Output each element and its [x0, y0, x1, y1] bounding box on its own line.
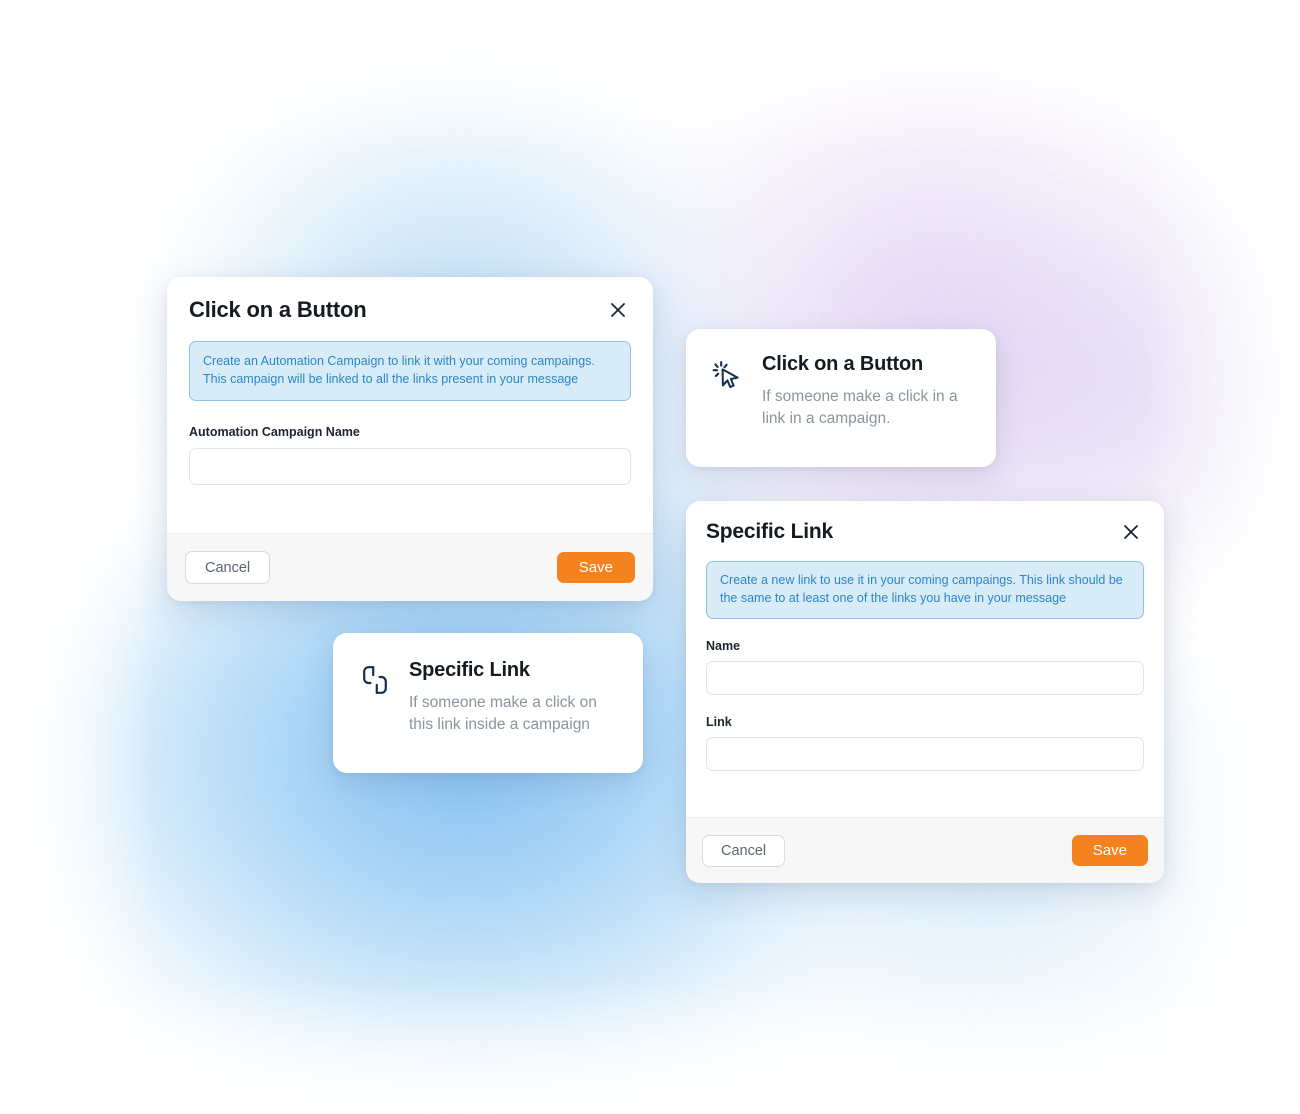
option-card-click-on-a-button[interactable]: Click on a Button If someone make a clic…	[686, 329, 996, 467]
modal-body: Create an Automation Campaign to link it…	[167, 323, 653, 485]
close-button[interactable]	[1118, 519, 1144, 545]
name-input[interactable]	[706, 660, 1144, 695]
modal-footer: Cancel Save	[167, 533, 653, 601]
cancel-button[interactable]: Cancel	[702, 834, 786, 867]
option-card-text: Specific Link If someone make a click on…	[409, 659, 621, 736]
option-card-title: Specific Link	[409, 659, 530, 681]
click-cursor-icon	[710, 353, 744, 391]
close-icon	[608, 300, 628, 320]
option-card-text: Click on a Button If someone make a clic…	[762, 353, 974, 430]
close-icon	[1121, 522, 1141, 542]
page-title: Click on a Button	[189, 297, 367, 322]
automation-campaign-name-input[interactable]	[189, 447, 631, 485]
modal-footer: Cancel Save	[686, 817, 1164, 883]
option-card-description: If someone make a click on this link ins…	[409, 694, 597, 733]
page-title: Specific Link	[706, 520, 833, 543]
save-button[interactable]: Save	[556, 552, 635, 583]
specific-link-modal: Specific Link Create a new link to use i…	[686, 501, 1164, 883]
chain-link-icon	[359, 659, 391, 696]
cancel-button[interactable]: Cancel	[185, 551, 271, 584]
modal-header: Specific Link	[686, 501, 1164, 545]
save-button[interactable]: Save	[1071, 835, 1148, 866]
option-card-specific-link[interactable]: Specific Link If someone make a click on…	[333, 633, 643, 773]
link-input[interactable]	[706, 736, 1144, 771]
option-card-title: Click on a Button	[762, 353, 924, 375]
link-field-label: Link	[706, 714, 732, 729]
close-button[interactable]	[605, 297, 631, 323]
automation-campaign-name-label: Automation Campaign Name	[189, 424, 360, 439]
click-on-a-button-modal: Click on a Button Create an Automation C…	[167, 277, 653, 601]
modal-header: Click on a Button	[167, 277, 653, 323]
info-banner: Create an Automation Campaign to link it…	[189, 341, 631, 401]
option-card-description: If someone make a click in a link in a c…	[762, 388, 958, 427]
info-banner: Create a new link to use it in your comi…	[706, 561, 1144, 619]
name-field-label: Name	[706, 638, 741, 653]
modal-body: Create a new link to use it in your comi…	[686, 545, 1164, 771]
